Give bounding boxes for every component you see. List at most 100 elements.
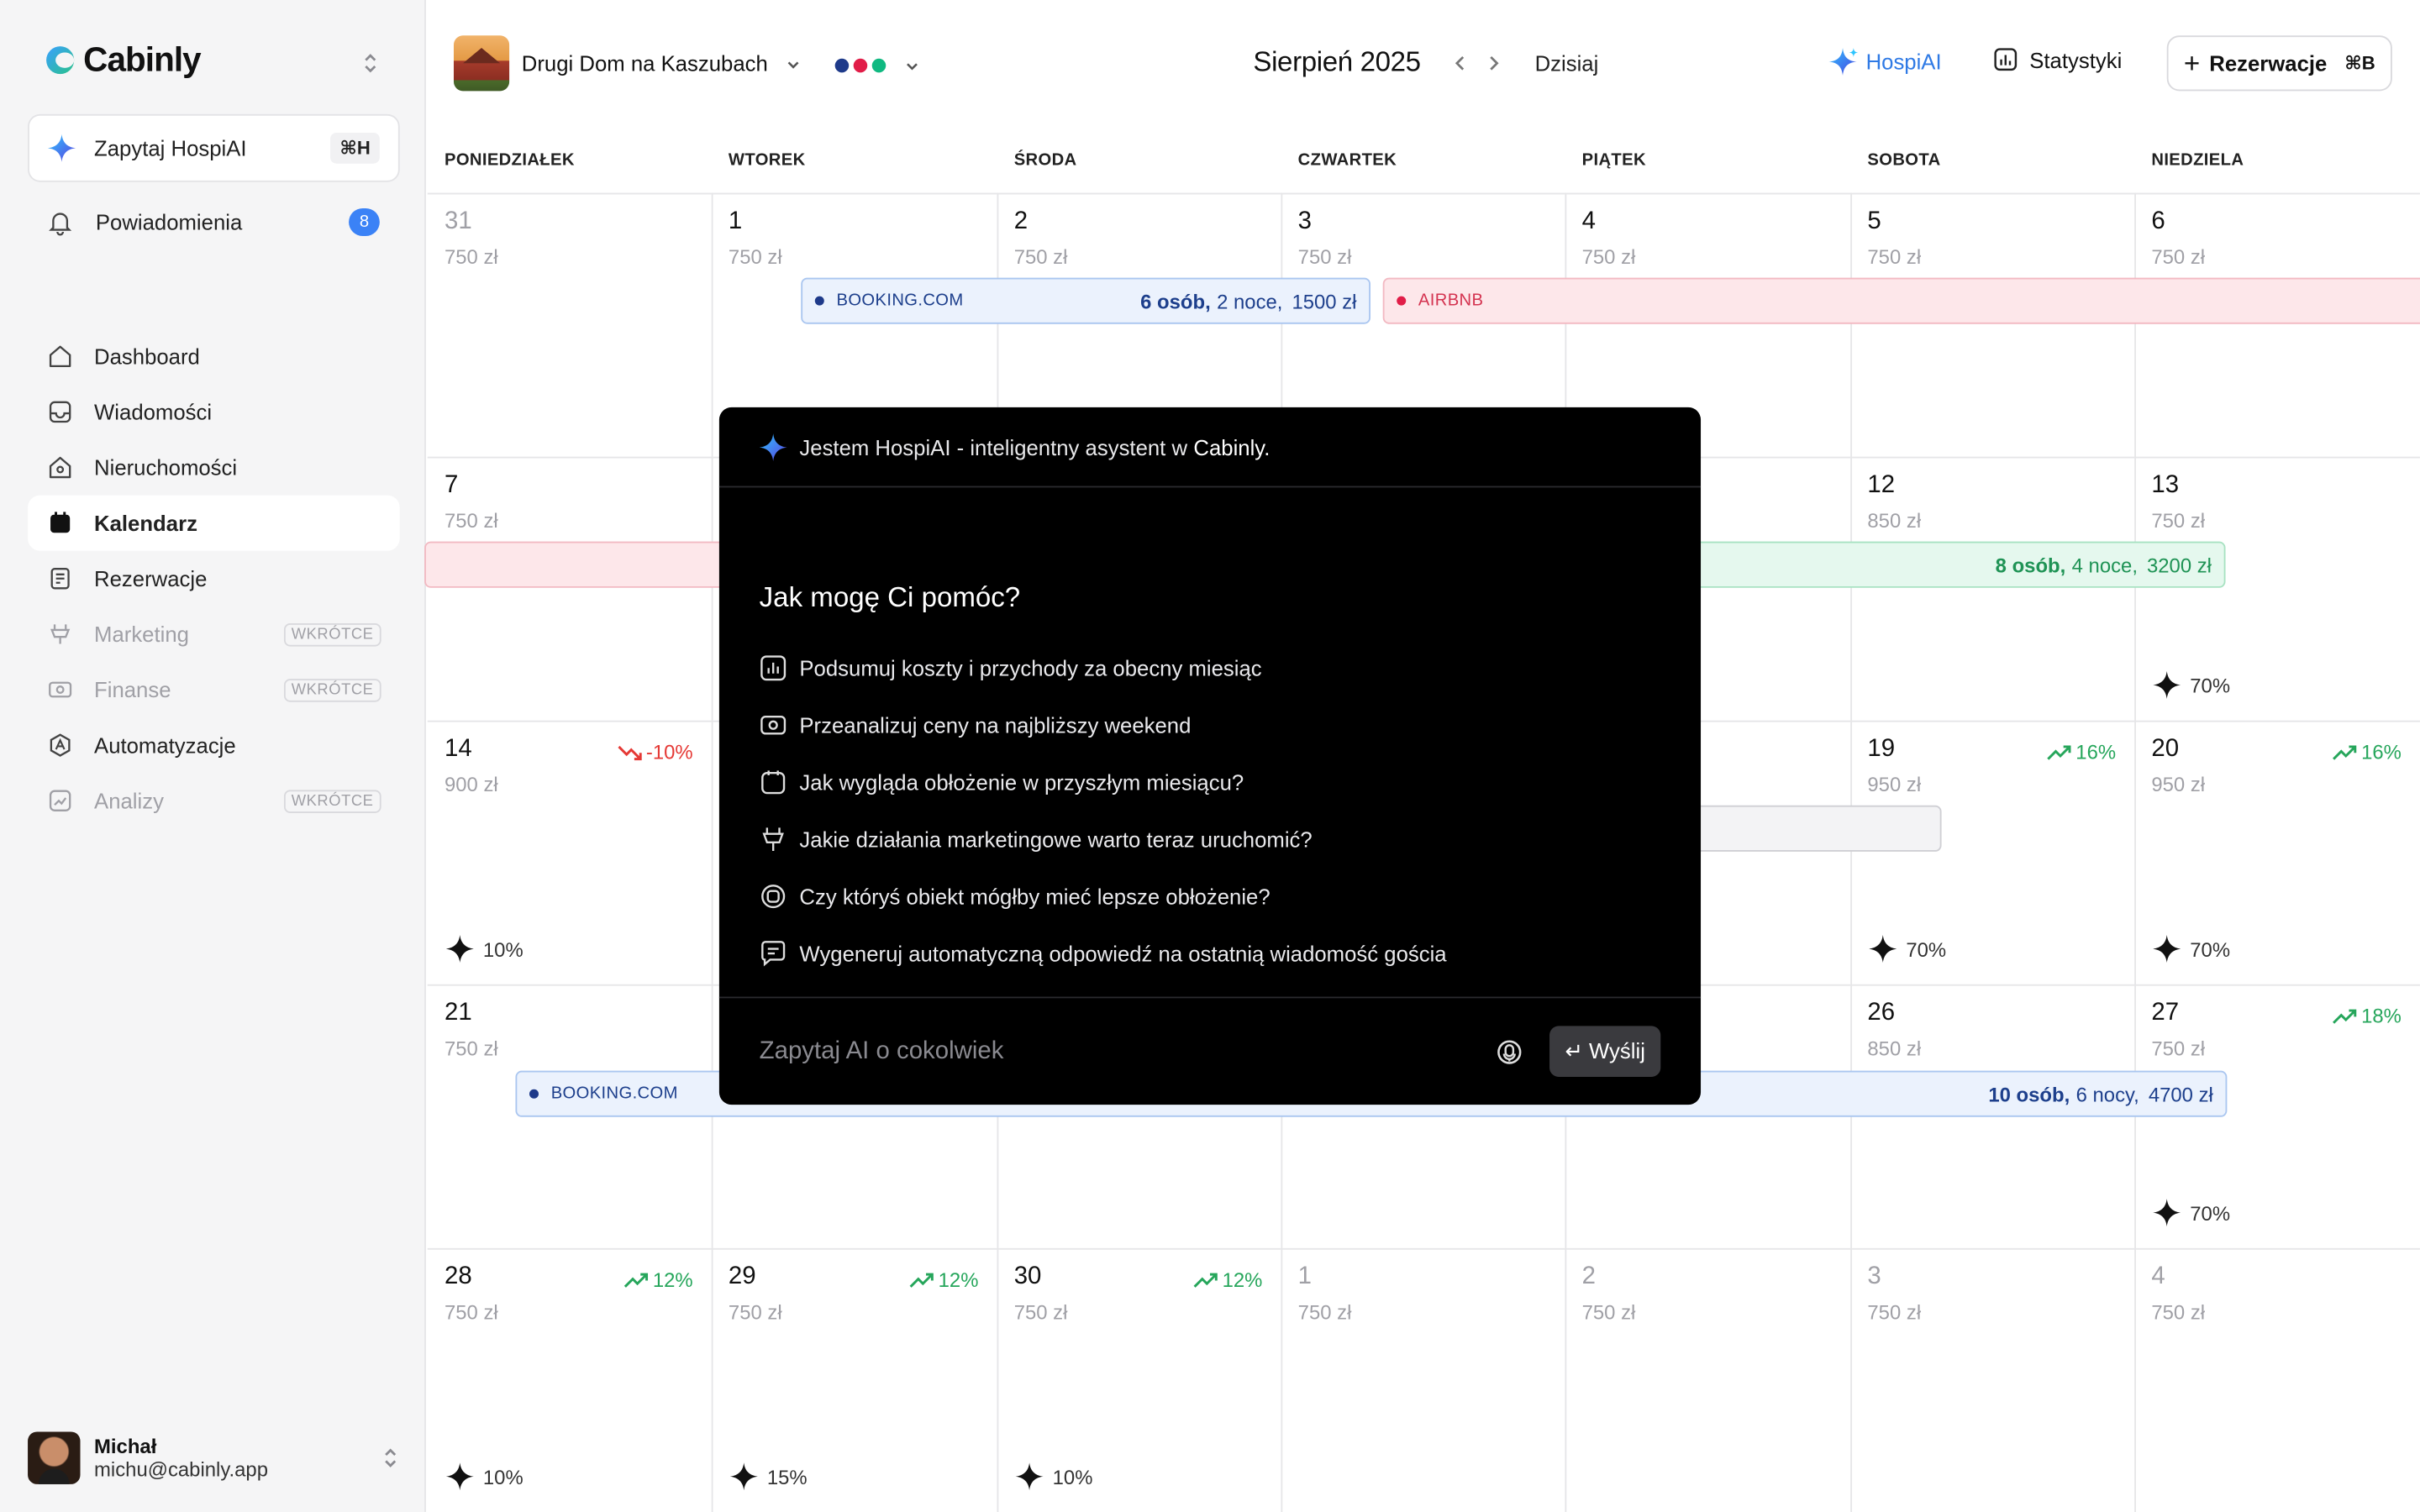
reservation-bar[interactable]: BOOKING.COM 6 osób, 2 noce, 1500 zł bbox=[801, 277, 1370, 324]
user-menu[interactable]: Michał michu@cabinly.app bbox=[28, 1429, 400, 1488]
workspace-switch-icon[interactable] bbox=[361, 51, 380, 76]
booking-source: BOOKING.COM bbox=[550, 1084, 678, 1104]
sidebar-item-properties[interactable]: Nieruchomości bbox=[28, 439, 400, 495]
sidebar-item-finance[interactable]: Finanse WKRÓTCE bbox=[28, 662, 400, 717]
day-price: 950 zł bbox=[2151, 773, 2206, 796]
ai-occupancy: 70% bbox=[2153, 935, 2230, 963]
calendar-day-cell[interactable]: 12 850 zł bbox=[1850, 457, 2134, 721]
reservation-bar[interactable]: AIRBNB bbox=[1382, 277, 2420, 324]
suggestion-item[interactable]: Przeanalizuj ceny na najbliższy weekend bbox=[760, 696, 1670, 753]
occupancy-value: 70% bbox=[2190, 937, 2231, 961]
sidebar-item-marketing[interactable]: Marketing WKRÓTCE bbox=[28, 606, 400, 662]
sidebar-item-messages[interactable]: Wiadomości bbox=[28, 384, 400, 439]
marketing-icon bbox=[46, 620, 74, 648]
brand-name: Cabinly bbox=[83, 39, 201, 79]
occupancy-value: 10% bbox=[482, 937, 523, 961]
day-number: 26 bbox=[1867, 1000, 1896, 1026]
calendar-day-cell[interactable]: 29 750 zł 12% 15% bbox=[712, 1248, 997, 1512]
main-nav: Dashboard Wiadomości Nieruchomości Kalen… bbox=[28, 328, 400, 828]
reservation-bar[interactable] bbox=[1692, 805, 1942, 852]
weekday-header: WTOREK bbox=[728, 150, 806, 170]
suggestion-text: Jakie działania marketingowe warto teraz… bbox=[799, 826, 1313, 851]
day-number: 20 bbox=[2151, 736, 2180, 763]
day-price: 750 zł bbox=[2151, 509, 2206, 533]
today-button[interactable]: Dzisiaj bbox=[1535, 50, 1599, 75]
day-number: 2 bbox=[1581, 1263, 1596, 1290]
sidebar-item-reservations[interactable]: Rezerwacje bbox=[28, 551, 400, 606]
chevron-right-icon[interactable] bbox=[1482, 52, 1504, 74]
notifications-item[interactable]: Powiadomienia 8 bbox=[46, 207, 380, 238]
hospiai-button[interactable]: HospiAI bbox=[1828, 46, 1942, 77]
calendar-day-cell[interactable]: 28 750 zł 12% 10% bbox=[428, 1248, 712, 1512]
chevron-left-icon[interactable] bbox=[1449, 52, 1470, 74]
sidebar-item-automations[interactable]: Automatyzacje bbox=[28, 717, 400, 773]
sparkle-icon bbox=[47, 134, 76, 162]
reservations-button[interactable]: + Rezerwacje ⌘B bbox=[2166, 35, 2392, 92]
day-price: 750 zł bbox=[444, 509, 498, 533]
statistics-button[interactable]: Statystyki bbox=[1992, 46, 2122, 72]
suggestion-item[interactable]: Czy któryś obiekt mógłby mieć lepsze obł… bbox=[760, 867, 1670, 924]
ai-occupancy: 70% bbox=[2153, 670, 2230, 700]
reservations-label: Rezerwacje bbox=[2209, 50, 2328, 76]
booking-amount: 1500 zł bbox=[1292, 289, 1357, 312]
topbar: Drugi Dom na Kaszubach Sierpień 2025 Dzi… bbox=[428, 0, 2420, 127]
ask-shortcut: ⌘H bbox=[330, 132, 380, 164]
suggestion-item[interactable]: Wygeneruj automatyczną odpowiedź na osta… bbox=[760, 924, 1670, 981]
voice-input-icon[interactable] bbox=[1494, 1036, 1525, 1067]
suggestion-item[interactable]: Podsumuj koszty i przychody za obecny mi… bbox=[760, 638, 1670, 696]
suggestion-item[interactable]: Jak wygląda obłożenie w przyszłym miesią… bbox=[760, 753, 1670, 810]
calendar-icon bbox=[761, 769, 786, 794]
reservations-shortcut: ⌘B bbox=[2344, 52, 2375, 75]
cabinly-logo-icon bbox=[46, 43, 75, 76]
sidebar-item-label: Kalendarz bbox=[94, 510, 197, 536]
sidebar-item-label: Automatyzacje bbox=[94, 732, 236, 758]
calendar-day-cell[interactable]: 20 950 zł 16% 70% bbox=[2134, 721, 2420, 984]
dialog-question: Jak mogę Ci pomóc? bbox=[759, 581, 1021, 613]
calendar-day-cell[interactable]: 19 950 zł 16% 70% bbox=[1850, 721, 2134, 984]
sidebar-item-label: Finanse bbox=[94, 677, 171, 702]
calendar-day-cell[interactable]: 30 750 zł 12% 10% bbox=[997, 1248, 1281, 1512]
calendar-day-cell[interactable]: 6 750 zł bbox=[2134, 193, 2420, 457]
dialog-footer: ↵ Wyślij bbox=[718, 996, 1702, 1105]
send-button[interactable]: ↵ Wyślij bbox=[1549, 1026, 1661, 1078]
calendar-day-cell[interactable]: 13 750 zł 70% bbox=[2134, 457, 2420, 721]
ask-hospiai-button[interactable]: Zapytaj HospiAI ⌘H bbox=[28, 113, 400, 182]
user-email: michu@cabinly.app bbox=[94, 1457, 269, 1482]
ai-occupancy: 15% bbox=[729, 1462, 808, 1491]
day-number: 12 bbox=[1867, 472, 1896, 499]
calendar-day-cell[interactable]: 7 750 zł bbox=[428, 457, 712, 721]
calendar-day-cell[interactable]: 3 750 zł bbox=[1850, 1248, 2134, 1512]
ai-occupancy: 70% bbox=[1869, 935, 1946, 963]
receipt-icon bbox=[46, 564, 74, 592]
sparkle-icon bbox=[2153, 935, 2181, 963]
calendar-day-cell[interactable]: 5 750 zł bbox=[1850, 193, 2134, 457]
property-selector[interactable]: Drugi Dom na Kaszubach bbox=[453, 35, 802, 92]
calendar-day-cell[interactable]: 1 750 zł bbox=[1281, 1248, 1565, 1512]
calendar-icon bbox=[46, 509, 74, 537]
sidebar-item-dashboard[interactable]: Dashboard bbox=[28, 328, 400, 384]
sidebar-item-calendar[interactable]: Kalendarz bbox=[28, 495, 400, 551]
ai-occupancy: 10% bbox=[445, 1462, 523, 1491]
calendar-day-cell[interactable]: 31 750 zł bbox=[428, 193, 712, 457]
property-color-filter[interactable] bbox=[834, 55, 922, 74]
hospiai-label: HospiAI bbox=[1865, 49, 1942, 75]
month-navigation: Sierpień 2025 Dzisiaj bbox=[1253, 46, 1598, 79]
coming-soon-badge: WKRÓTCE bbox=[283, 789, 381, 813]
reservation-bar-continuation[interactable] bbox=[424, 541, 734, 588]
price-trend: -10% bbox=[617, 741, 693, 764]
bell-icon bbox=[49, 213, 72, 236]
trend-value: 12% bbox=[1222, 1268, 1263, 1292]
reservation-bar[interactable]: 8 osób, 4 noce, 3200 zł bbox=[1692, 541, 2226, 588]
day-number: 29 bbox=[728, 1263, 756, 1290]
brand-logo[interactable]: Cabinly bbox=[46, 39, 202, 81]
ai-prompt-input[interactable] bbox=[759, 1037, 1494, 1066]
day-number: 4 bbox=[1581, 207, 1596, 235]
calendar-day-cell[interactable]: 2 750 zł bbox=[1565, 1248, 1850, 1512]
notifications-label: Powiadomienia bbox=[95, 209, 243, 235]
suggestion-item[interactable]: Jakie działania marketingowe warto teraz… bbox=[760, 810, 1670, 867]
sidebar-item-analytics[interactable]: Analizy WKRÓTCE bbox=[28, 773, 400, 828]
suggestion-text: Wygeneruj automatyczną odpowiedź na osta… bbox=[799, 940, 1447, 965]
calendar-day-cell[interactable]: 4 750 zł bbox=[2134, 1248, 2420, 1512]
trend-value: 16% bbox=[2361, 740, 2402, 764]
calendar-day-cell[interactable]: 14 900 zł -10% 10% bbox=[428, 721, 712, 984]
